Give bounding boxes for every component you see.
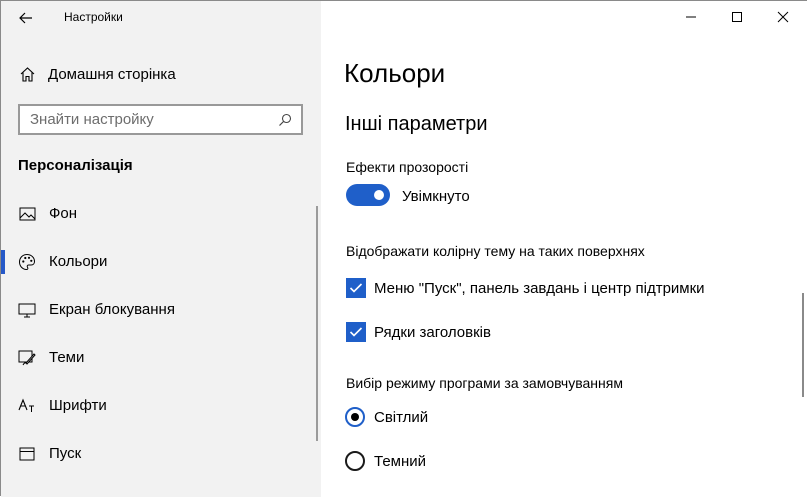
close-button[interactable] [760,1,806,33]
sidebar-item-background[interactable]: Фон [1,194,319,234]
toggle-knob [374,190,384,200]
minimize-icon [685,11,697,23]
brush-icon [17,348,37,368]
lock-screen-icon [17,300,37,320]
back-button[interactable] [13,5,39,31]
sidebar-item-lock-screen[interactable]: Екран блокування [1,290,319,330]
transparency-toggle[interactable] [346,184,390,206]
maximize-icon [731,11,743,23]
font-icon [17,396,37,416]
settings-window: Настройки Домашня сторінка Знайти настро… [0,0,807,496]
sidebar-item-label: Теми [49,349,84,366]
title-bars-label: Рядки заголовків [374,324,491,341]
sidebar-item-label: Екран блокування [49,301,175,318]
dark-mode-label: Темний [374,453,426,470]
sidebar-item-label: Фон [49,205,77,222]
window-title: Настройки [64,10,123,24]
sidebar-item-label: Кольори [49,253,107,270]
search-icon[interactable] [275,110,295,130]
close-icon [777,11,789,23]
sidebar-item-colors[interactable]: Кольори [1,242,319,282]
search-placeholder: Знайти настройку [30,111,275,128]
main-scrollbar[interactable] [802,293,804,397]
search-input[interactable]: Знайти настройку [18,104,303,135]
sidebar-item-label: Шрифти [49,397,107,414]
palette-icon [17,252,37,272]
home-icon [19,66,36,83]
sidebar-scrollbar[interactable] [316,206,318,441]
app-mode-label: Вибір режиму програми за замовчуванням [346,375,623,391]
sidebar-item-start[interactable]: Пуск [1,434,319,474]
transparency-state: Увімкнуто [402,188,470,205]
section-title: Персоналізація [18,157,133,174]
start-icon [17,444,37,464]
home-link[interactable]: Домашня сторінка [19,63,176,85]
start-taskbar-checkbox[interactable] [346,278,366,298]
title-bars-checkbox[interactable] [346,322,366,342]
surfaces-label: Відображати колірну тему на таких поверх… [346,243,645,259]
checkmark-icon [349,326,363,338]
dark-mode-radio[interactable] [345,451,365,471]
section-subtitle: Інші параметри [345,113,488,136]
checkmark-icon [349,282,363,294]
minimize-button[interactable] [668,1,714,33]
active-indicator [1,250,5,274]
light-mode-label: Світлий [374,409,428,426]
picture-icon [17,204,37,224]
sidebar-item-fonts[interactable]: Шрифти [1,386,319,426]
sidebar-item-themes[interactable]: Теми [1,338,319,378]
start-taskbar-label: Меню "Пуск", панель завдань і центр підт… [374,280,705,297]
maximize-button[interactable] [714,1,760,33]
radio-dot [351,413,359,421]
transparency-label: Ефекти прозорості [346,159,468,175]
home-label: Домашня сторінка [48,66,176,83]
sidebar-item-label: Пуск [49,445,81,462]
light-mode-radio[interactable] [345,407,365,427]
back-arrow-icon [19,12,33,24]
sidebar: Настройки Домашня сторінка Знайти настро… [1,1,321,497]
page-title: Кольори [344,58,445,89]
